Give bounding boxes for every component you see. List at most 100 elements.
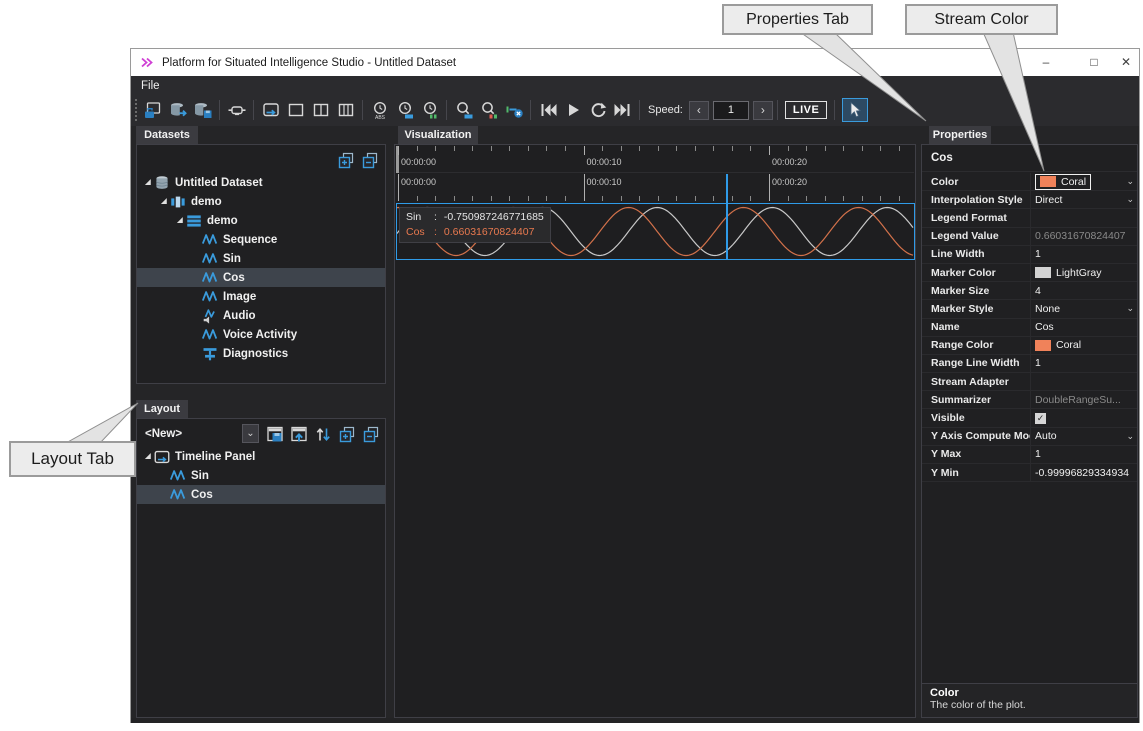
panel-1col-icon[interactable] [283, 97, 308, 123]
property-value-marker-size[interactable]: 4 [1030, 282, 1137, 300]
chevron-down-icon[interactable]: ⌄ [1126, 428, 1134, 445]
zoom-selection-icon[interactable] [476, 97, 501, 123]
tree-item-sin[interactable]: Sin [137, 249, 385, 268]
tree-item-image[interactable]: Image [137, 287, 385, 306]
panel-3col-icon[interactable] [333, 97, 358, 123]
tab-datasets[interactable]: Datasets [136, 126, 198, 144]
stream-icon [201, 287, 219, 307]
expand-all-button[interactable] [336, 423, 357, 444]
speed-decrease-button[interactable]: ‹ [688, 100, 709, 120]
chevron-down-icon[interactable]: ⌄ [1126, 191, 1134, 208]
minimize-button[interactable]: – [1031, 49, 1061, 76]
skip-start-icon[interactable] [535, 97, 560, 123]
video-connector-icon[interactable] [224, 97, 249, 123]
tree-item-sin[interactable]: Sin [137, 466, 385, 485]
toolbar-grip-handle[interactable] [134, 99, 138, 121]
tree-item-sequence[interactable]: Sequence [137, 230, 385, 249]
collapse-all-button[interactable] [359, 149, 380, 170]
timeline-plot-panel[interactable]: Sin: -0.750987246771685 Cos:0.660316708244… [396, 203, 915, 260]
tree-item-demo[interactable]: ◢ demo [137, 211, 385, 230]
pointer-tool-button[interactable] [842, 98, 869, 122]
expand-all-button[interactable] [335, 149, 356, 170]
sort-updown-button[interactable] [312, 423, 333, 444]
save-store-icon[interactable] [190, 97, 215, 123]
visible-checkbox[interactable]: ✓ [1035, 412, 1046, 424]
color-swatch [1035, 339, 1051, 351]
property-value-summarizer[interactable]: DoubleRangeSu... [1030, 391, 1137, 409]
property-value-range-line-width[interactable]: 1 [1030, 354, 1137, 373]
ruler-time-label: 00:00:20 [772, 177, 808, 187]
expander-icon[interactable]: ◢ [143, 178, 153, 186]
chevron-down-icon[interactable]: ⌄ [1126, 173, 1134, 190]
clear-selection-icon[interactable] [501, 97, 526, 123]
close-button[interactable]: ✕ [1111, 49, 1141, 76]
panel-2col-icon[interactable] [308, 97, 333, 123]
property-value-interpolation-style[interactable]: Direct ⌄ [1030, 191, 1137, 209]
open-store-icon[interactable] [165, 97, 190, 123]
property-value-name[interactable]: Cos [1030, 318, 1137, 336]
load-layout-button[interactable] [288, 423, 309, 444]
clock-absolute-icon[interactable]: ABS [367, 97, 392, 123]
clock-selection-icon[interactable] [417, 97, 442, 123]
tree-item-audio[interactable]: Audio [137, 306, 385, 325]
tree-item-untitled-dataset[interactable]: ◢ Untitled Dataset [137, 173, 385, 192]
property-value-y-min[interactable]: -0.99996829334934 [1030, 464, 1137, 482]
live-button[interactable]: LIVE [784, 101, 828, 119]
color-value-box[interactable]: Coral [1035, 173, 1092, 190]
property-value-y-max[interactable]: 1 [1030, 445, 1137, 463]
legend-series-value: 0.66031670824407 [443, 226, 535, 238]
property-label-legend-value: Legend Value [931, 230, 999, 243]
skip-end-icon[interactable] [610, 97, 635, 123]
expander-icon[interactable]: ◢ [159, 197, 169, 205]
property-value-stream-adapter[interactable] [1030, 373, 1137, 391]
ruler-minor-tick [453, 146, 455, 151]
legend-row-cos: Cos:0.66031670824407 [400, 225, 550, 240]
property-value-visible[interactable]: ✓ [1030, 409, 1137, 427]
play-icon[interactable] [560, 97, 585, 123]
property-value-color[interactable]: Coral ⌄ [1030, 173, 1137, 191]
property-value-range-color[interactable]: Coral [1030, 336, 1137, 354]
speed-input[interactable]: 1 [712, 100, 749, 120]
ruler-minor-tick [787, 146, 789, 151]
property-value-line-width[interactable]: 1 [1030, 245, 1137, 263]
tree-item-diagnostics[interactable]: Diagnostics [137, 344, 385, 363]
property-value-marker-style[interactable]: None ⌄ [1030, 300, 1137, 318]
property-value-y-axis-compute-mode[interactable]: Auto ⌄ [1030, 427, 1137, 445]
property-value-legend-format[interactable] [1030, 209, 1137, 227]
collapse-all-button[interactable] [360, 423, 381, 444]
menu-file[interactable]: File [141, 77, 160, 95]
tree-item-cos[interactable]: Cos [137, 268, 385, 287]
ruler-minor-tick [509, 146, 511, 151]
tree-item-voice-activity[interactable]: Voice Activity [137, 325, 385, 344]
property-value-legend-value[interactable]: 0.66031670824407 [1030, 227, 1137, 245]
insert-timeline-panel-icon[interactable] [258, 97, 283, 123]
property-label-legend-format: Legend Format [931, 211, 1007, 224]
repeat-icon[interactable] [585, 97, 610, 123]
timeline-cursor[interactable] [726, 174, 728, 260]
toolbar-icon-groups: ABS [140, 97, 635, 123]
chevron-down-icon[interactable]: ⌄ [1126, 300, 1134, 317]
new-dataset-icon[interactable] [140, 97, 165, 123]
tab-layout[interactable]: Layout [136, 400, 188, 418]
layout-selector-dropdown-button[interactable]: ⌄ [242, 424, 259, 443]
readonly-value-text: DoubleRangeSu... [1035, 393, 1121, 406]
expander-icon[interactable]: ◢ [175, 216, 185, 224]
zoom-session-icon[interactable] [451, 97, 476, 123]
maximize-button[interactable]: □ [1079, 49, 1109, 76]
expander-icon[interactable]: ◢ [143, 452, 153, 460]
tree-item-demo[interactable]: ◢ demo [137, 192, 385, 211]
layout-selector[interactable]: <New> [145, 428, 242, 440]
ruler-minor-tick [639, 146, 641, 151]
save-layout-button[interactable] [264, 423, 285, 444]
tab-properties[interactable]: Properties [929, 126, 991, 144]
ruler-minor-tick [416, 146, 418, 151]
ruler-major-tick [583, 174, 585, 201]
tree-item-timeline-panel[interactable]: ◢ Timeline Panel [137, 447, 385, 466]
tree-item-cos[interactable]: Cos [137, 485, 385, 504]
property-value-marker-color[interactable]: LightGray [1030, 263, 1137, 282]
timeline-ruler[interactable]: 00:00:00 00:00:10 00:00:20 [396, 174, 914, 201]
clock-session-icon[interactable] [392, 97, 417, 123]
session-navigator-ruler[interactable]: 00:00:00 00:00:10 00:00:20 [396, 146, 914, 173]
speed-increase-button[interactable]: › [752, 100, 773, 120]
tab-visualization[interactable]: Visualization [398, 126, 478, 144]
